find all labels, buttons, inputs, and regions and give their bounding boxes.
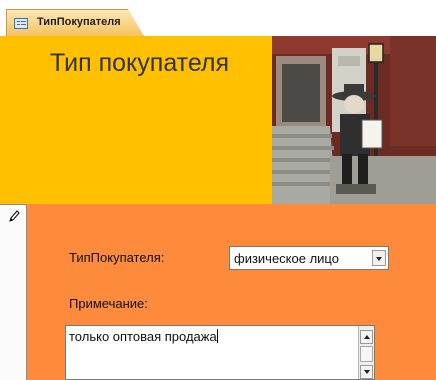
form-detail: ТипПокупателя: физическое лицо Примечани… [27, 204, 436, 380]
text-caret [216, 329, 218, 343]
type-field-label: ТипПокупателя: [69, 250, 165, 265]
form-tab-label: ТипПокупателя [37, 16, 121, 28]
form-icon [14, 18, 28, 29]
type-combobox-value: физическое лицо [234, 251, 339, 266]
scroll-up-arrow-icon[interactable] [360, 330, 373, 344]
header-photo [272, 36, 436, 204]
form-header: Тип покупателя [0, 36, 436, 204]
note-field-label: Примечание: [69, 296, 148, 311]
form-tab[interactable]: ТипПокупателя [6, 9, 144, 36]
record-selector[interactable] [0, 204, 27, 380]
dropdown-arrow-icon[interactable] [372, 250, 386, 266]
note-textbox[interactable]: только оптовая продажа [65, 325, 375, 380]
type-combobox[interactable]: физическое лицо [229, 246, 389, 270]
note-textbox-value: только оптовая продажа [69, 329, 218, 344]
pencil-icon [9, 210, 20, 222]
note-scrollbar[interactable] [358, 326, 374, 379]
scroll-thumb[interactable] [360, 346, 373, 362]
form-title: Тип покупателя [50, 49, 230, 77]
document-tab-strip: ТипПокупателя [0, 0, 436, 36]
scroll-down-arrow-icon[interactable] [360, 365, 373, 379]
